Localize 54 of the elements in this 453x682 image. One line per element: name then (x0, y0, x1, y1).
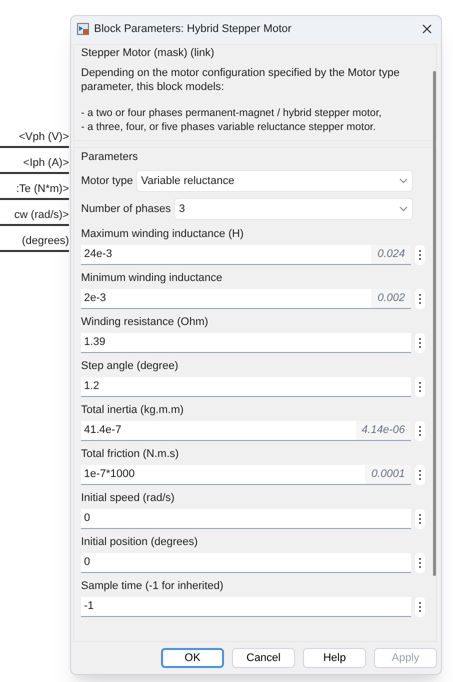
input-field[interactable]: -1 (81, 597, 411, 617)
chevron-down-icon (399, 178, 408, 184)
field-label: Sample time (-1 for inherited) (81, 579, 224, 594)
dropdown[interactable]: 3 (174, 198, 413, 220)
signal-label: <Vph (V)> (18, 130, 69, 144)
description-text: Depending on the motor configuration specified by the Motor type parameter, this block models: (81, 66, 401, 94)
field-label: Minimum winding inductance (81, 271, 224, 286)
section-title: Stepper Motor (mask) (link) (81, 46, 216, 61)
description-line: - a three, four, or five phases variable reluctance stepper motor. (81, 120, 377, 134)
field-label: Number of phases (81, 202, 171, 217)
field-label: Initial position (degrees) (81, 535, 199, 550)
window-title: Block Parameters: Hybrid Stepper Motor (94, 22, 292, 37)
section-title: Parameters (81, 150, 139, 165)
field-label: Winding resistance (Ohm) (81, 315, 210, 330)
input-field[interactable]: 0 (81, 553, 411, 573)
input-field[interactable]: 1.39 (81, 333, 411, 353)
input-field[interactable]: 1.2 (81, 377, 411, 397)
signal-label: :Te (N*m)> (16, 182, 69, 196)
input-field[interactable]: 1e-7*1000 0.0001 (81, 465, 411, 485)
evaluated-value: 4.14e-06 (356, 421, 411, 440)
field-label: Step angle (degree) (81, 359, 180, 374)
evaluated-value: 0.0001 (365, 465, 411, 484)
field-label: Maximum winding inductance (H) (81, 227, 245, 242)
more-options-button[interactable] (415, 509, 425, 529)
more-options-button[interactable] (415, 421, 425, 441)
input-field[interactable]: 41.4e-7 4.14e-06 (81, 421, 411, 441)
evaluated-value: 0.024 (371, 245, 411, 264)
more-options-button[interactable] (415, 245, 425, 265)
more-options-button[interactable] (415, 553, 425, 573)
more-options-button[interactable] (415, 597, 425, 617)
input-field[interactable]: 24e-3 0.024 (81, 245, 411, 265)
more-options-button[interactable] (415, 333, 425, 353)
field-label: Total inertia (kg.m.m) (81, 403, 185, 418)
input-field[interactable]: 2e-3 0.002 (81, 289, 411, 309)
dropdown[interactable]: Variable reluctance (136, 170, 413, 192)
scrollbar[interactable] (433, 71, 436, 576)
dialog-button[interactable]: Cancel (232, 648, 295, 668)
more-options-button[interactable] (415, 289, 425, 309)
signal-label: (degrees) (22, 234, 69, 248)
evaluated-value: 0.002 (371, 289, 411, 308)
field-label: Total friction (N.m.s) (81, 447, 180, 462)
dialog-button[interactable]: Help (303, 648, 366, 668)
dialog-button[interactable]: OK (161, 648, 224, 668)
more-options-button[interactable] (415, 377, 425, 397)
block-icon (77, 23, 89, 35)
signal-label: cw (rad/s)> (14, 208, 69, 222)
signal-label: <Iph (A)> (23, 156, 69, 170)
description-line: - a two or four phases permanent-magnet / hybrid stepper motor, (81, 106, 383, 120)
chevron-down-icon (399, 206, 408, 212)
field-label: Initial speed (rad/s) (81, 491, 176, 506)
input-field[interactable]: 0 (81, 509, 411, 529)
field-label: Motor type (81, 174, 133, 189)
more-options-button[interactable] (415, 465, 425, 485)
close-icon (422, 24, 432, 34)
